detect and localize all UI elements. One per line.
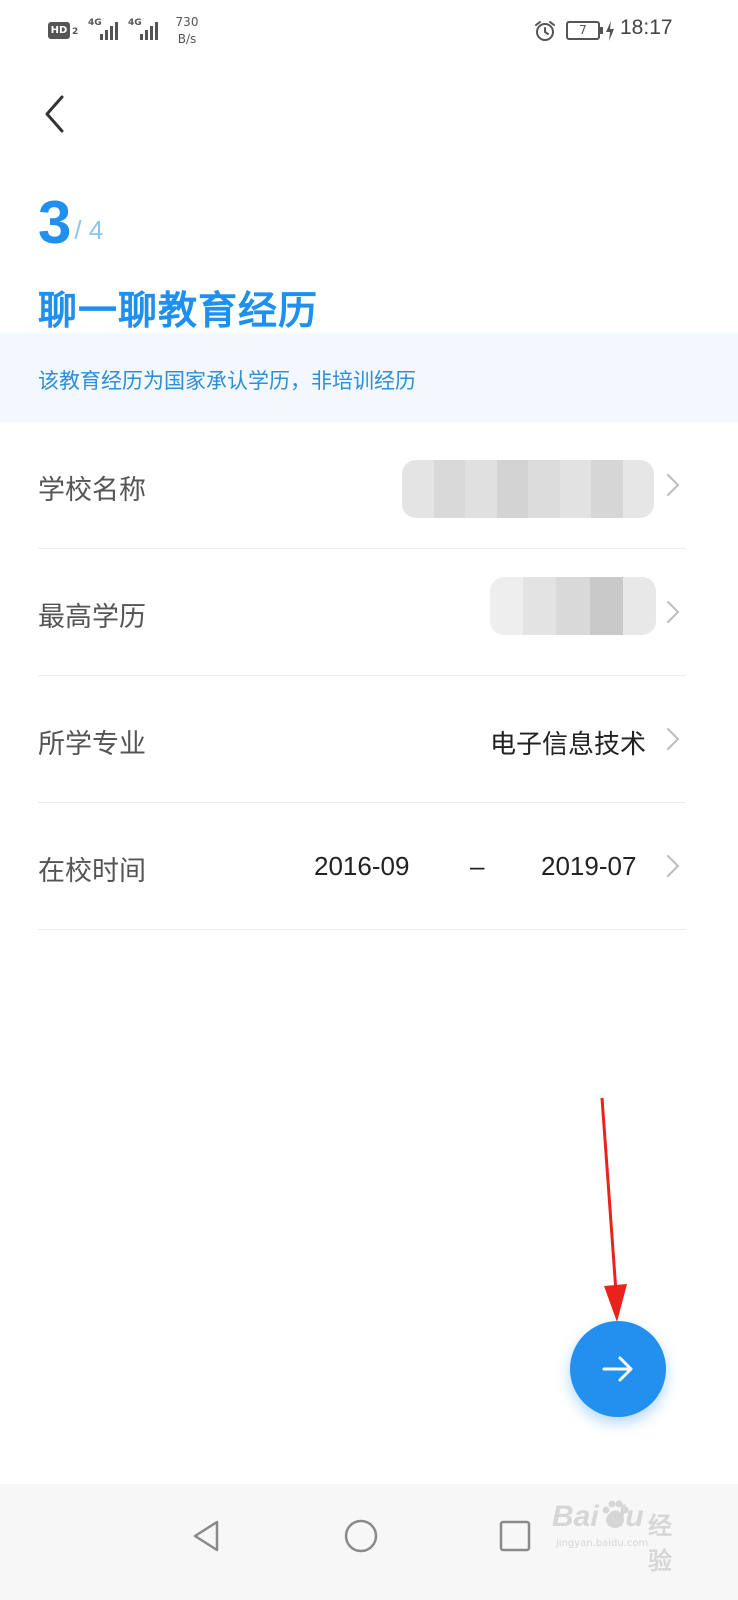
charging-icon [606,21,614,41]
chevron-right-icon [667,474,680,496]
school-period-row[interactable]: 在校时间 2016-09 – 2019-07 [38,803,686,930]
major-row[interactable]: 所学专业 电子信息技术 [38,676,686,803]
nav-back-button[interactable] [177,1506,237,1566]
period-end[interactable]: 2019-07 [541,851,636,882]
alarm-icon [535,21,555,41]
annotation-arrow-icon [600,1097,627,1322]
period-separator: – [470,851,485,881]
hd-voice-icon: HD [48,22,70,39]
signal-sim1-icon: 4G [88,18,128,42]
period-start[interactable]: 2016-09 [314,851,409,882]
chevron-left-icon [45,95,64,133]
step-total: / 4 [74,215,104,245]
chevron-right-icon [667,855,680,877]
clock: 18:17 [620,16,673,39]
network-speed: 730 B/s [175,15,199,46]
step-indicator: 3/ 4 [38,188,103,258]
square-recent-icon [499,1520,531,1552]
degree-label: 最高学历 [38,602,146,633]
school-name-row[interactable]: 学校名称 [38,422,686,549]
hd-sim-number: 2 [72,27,79,37]
back-button[interactable] [32,88,76,140]
nav-home-button[interactable] [331,1506,391,1566]
school-name-value-blurred [402,460,654,518]
notice-banner: 该教育经历为国家承认学历，非培训经历 [0,333,738,422]
baidu-watermark: Bai du 经验 jingyan.baidu.com [552,1500,672,1575]
major-value: 电子信息技术 [489,730,646,760]
school-period-label: 在校时间 [38,856,146,887]
nav-recent-button[interactable] [485,1506,545,1566]
signal-sim2-icon: 4G [128,18,168,42]
status-bar: HD 2 4G 4G 730 B/s 7 18:17 [0,0,738,64]
school-name-label: 学校名称 [38,475,146,506]
notice-text: 该教育经历为国家承认学历，非培训经历 [38,369,416,393]
chevron-right-icon [667,728,680,750]
step-current: 3 [38,189,72,256]
triangle-back-icon [193,1520,219,1552]
degree-row[interactable]: 最高学历 [38,549,686,676]
arrow-right-icon [602,1356,633,1382]
major-label: 所学专业 [38,729,146,760]
chevron-right-icon [667,601,680,623]
circle-home-icon [344,1519,378,1553]
next-button[interactable] [570,1321,666,1417]
baidu-paw-icon [602,1500,629,1528]
page-title: 聊一聊教育经历 [38,289,319,334]
battery-icon: 7 [566,21,603,40]
degree-value-blurred [490,577,656,635]
